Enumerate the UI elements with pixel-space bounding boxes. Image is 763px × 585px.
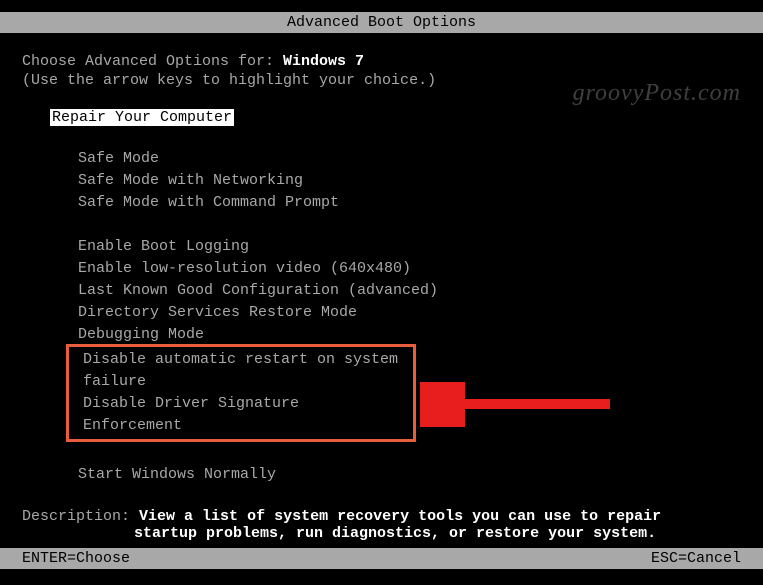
description-label: Description: [22, 508, 130, 525]
option-safe-mode-cmd[interactable]: Safe Mode with Command Prompt [22, 192, 741, 214]
intro-prefix: Choose Advanced Options for: [22, 53, 283, 70]
option-boot-logging[interactable]: Enable Boot Logging [22, 236, 741, 258]
option-start-normally[interactable]: Start Windows Normally [22, 464, 741, 486]
intro-line-1: Choose Advanced Options for: Windows 7 [22, 53, 741, 70]
watermark: groovyPost.com [573, 80, 741, 107]
option-safe-mode-networking[interactable]: Safe Mode with Networking [22, 170, 741, 192]
description-line-2: startup problems, run diagnostics, or re… [22, 525, 741, 542]
option-disable-driver-sig[interactable]: Disable Driver Signature Enforcement [77, 393, 405, 437]
option-directory-services[interactable]: Directory Services Restore Mode [22, 302, 741, 324]
option-group-start: Start Windows Normally [22, 464, 741, 486]
option-group-safe-mode: Safe Mode Safe Mode with Networking Safe… [22, 148, 741, 214]
option-repair-your-computer[interactable]: Repair Your Computer [50, 109, 234, 126]
annotation-highlight-box: Disable automatic restart on system fail… [66, 344, 416, 442]
page-title: Advanced Boot Options [287, 14, 476, 31]
option-debugging-mode[interactable]: Debugging Mode [22, 324, 741, 346]
title-bar: Advanced Boot Options [0, 12, 763, 33]
description-line-1: View a list of system recovery tools you… [139, 508, 661, 525]
option-disable-auto-restart[interactable]: Disable automatic restart on system fail… [77, 349, 405, 393]
footer-bar: ENTER=Choose ESC=Cancel [0, 548, 763, 569]
footer-esc-hint: ESC=Cancel [651, 550, 741, 567]
option-safe-mode[interactable]: Safe Mode [22, 148, 741, 170]
option-last-known-good[interactable]: Last Known Good Configuration (advanced) [22, 280, 741, 302]
main-content: Choose Advanced Options for: Windows 7 (… [0, 33, 763, 542]
os-name: Windows 7 [283, 53, 364, 70]
option-group-advanced: Enable Boot Logging Enable low-resolutio… [22, 236, 741, 442]
description-section: Description: View a list of system recov… [22, 508, 741, 542]
option-low-res-video[interactable]: Enable low-resolution video (640x480) [22, 258, 741, 280]
footer-enter-hint: ENTER=Choose [22, 550, 130, 567]
